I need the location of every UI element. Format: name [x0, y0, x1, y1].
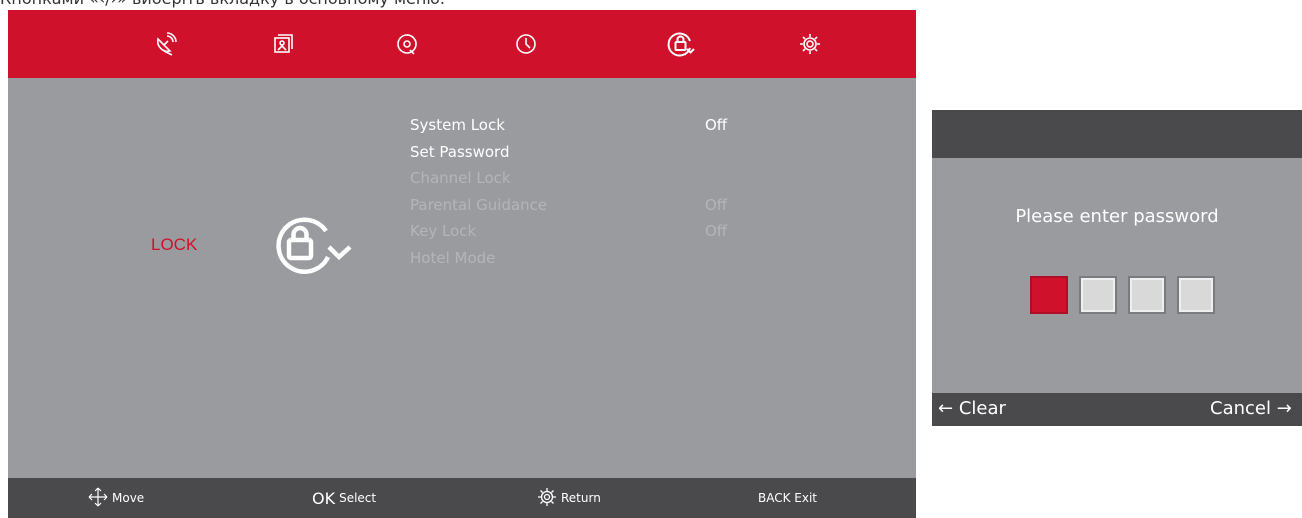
move-arrows-icon: [88, 487, 108, 510]
cancel-button[interactable]: Cancel →: [1210, 398, 1292, 419]
menu-item-hotel-mode[interactable]: Hotel Mode: [410, 249, 495, 267]
ok-key-label: OK: [312, 488, 336, 508]
picture-icon[interactable]: [266, 27, 300, 61]
hint-bar: Move OK Select Return BACK Exit: [8, 478, 916, 518]
hint-return: Return: [537, 478, 601, 518]
pin-digit-3[interactable]: [1128, 276, 1166, 314]
disc-icon[interactable]: [390, 27, 424, 61]
menu-tab-bar: [8, 10, 916, 78]
password-dialog: Please enter password ← Clear Cancel →: [932, 110, 1302, 426]
hint-select: OK Select: [312, 478, 376, 518]
hint-back-exit: BACK Exit: [758, 491, 818, 505]
clock-icon[interactable]: [509, 27, 543, 61]
category-label: LOCK: [151, 235, 198, 254]
hint-select-label: Select: [339, 491, 377, 505]
lock-category-icon: [266, 209, 356, 279]
system-lock-value: Off: [705, 116, 728, 134]
pin-digit-4[interactable]: [1177, 276, 1215, 314]
pin-digit-2[interactable]: [1079, 276, 1117, 314]
dialog-header: [932, 110, 1302, 158]
parental-guidance-value: Off: [705, 196, 728, 214]
menu-item-key-lock[interactable]: Key Lock: [410, 222, 476, 240]
password-prompt: Please enter password: [1015, 206, 1219, 227]
key-lock-value: Off: [705, 222, 728, 240]
clear-button[interactable]: ← Clear: [938, 398, 1006, 419]
menu-item-set-password[interactable]: Set Password: [410, 143, 509, 161]
menu-item-system-lock[interactable]: System Lock: [410, 116, 505, 134]
cancel-label: Cancel: [1210, 398, 1271, 419]
hint-move-label: Move: [112, 491, 145, 505]
instruction-caption: Кнопками «‹/›» виберіть вкладку в основн…: [0, 0, 1302, 9]
dialog-footer: ← Clear Cancel →: [932, 393, 1302, 426]
hint-return-label: Return: [561, 491, 601, 505]
clear-label: Clear: [958, 398, 1006, 419]
hint-move: Move: [88, 478, 144, 518]
menu-item-channel-lock[interactable]: Channel Lock: [410, 169, 511, 187]
arrow-right-icon: →: [1276, 398, 1292, 419]
lock-rotate-icon[interactable]: [664, 27, 698, 61]
settings-gear-icon[interactable]: [793, 27, 827, 61]
pin-digit-1[interactable]: [1030, 276, 1068, 314]
tv-menu-screen: LOCK System Lock Off Set Password Channe…: [8, 10, 916, 518]
menu-item-parental-guidance[interactable]: Parental Guidance: [410, 196, 547, 214]
arrow-left-icon: ←: [938, 398, 954, 419]
return-gear-icon: [537, 487, 557, 510]
satellite-dish-icon[interactable]: [148, 27, 182, 61]
